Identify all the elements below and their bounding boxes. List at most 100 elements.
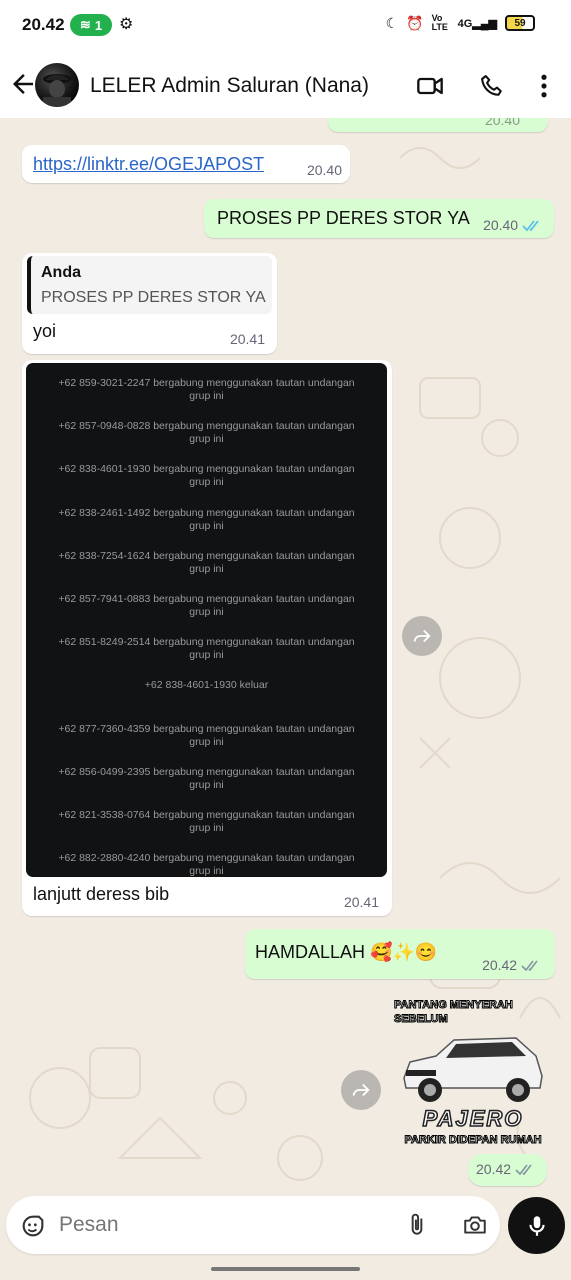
chat-area[interactable]: 20.40 https://linktr.ee/OGEJAPOST 20.40 … xyxy=(0,118,571,1190)
sticker-message[interactable]: PANTANG MENYERAH SEBELUM PAJERO PARKIR D… xyxy=(394,992,550,1162)
moon-icon: ☾ xyxy=(385,14,399,31)
sticker-time-badge: 20.42 xyxy=(468,1154,547,1186)
screenshot-line-text: grup ini xyxy=(189,649,224,662)
message-bubble-incoming[interactable]: https://linktr.ee/OGEJAPOST 20.40 xyxy=(22,145,350,183)
screenshot-line-text: grup ini xyxy=(189,390,224,402)
quoted-message[interactable]: Anda PROSES PP DERES STOR YA xyxy=(27,256,272,314)
screenshot-line: +62 838-4601-1930 bergabung menggunakan … xyxy=(26,463,387,489)
message-time-text: 20.42 xyxy=(482,957,518,973)
message-time-text: 20.42 xyxy=(476,1161,512,1177)
screenshot-line-text: grup ini xyxy=(189,778,224,791)
screenshot-image[interactable]: +62 859-3021-2247 bergabung menggunakan … xyxy=(26,363,387,877)
screenshot-line-text: +62 821-3538-0764 bergabung menggunakan … xyxy=(58,809,355,821)
screenshot-line-text: +62 838-4601-1930 keluar xyxy=(144,679,269,692)
sticker-emoji-icon[interactable] xyxy=(19,1212,47,1240)
screenshot-line-text: grup ini xyxy=(189,433,224,446)
hotspot-pill: ≋ 1 xyxy=(70,14,112,36)
message-text: PROSES PP DERES STOR YA xyxy=(217,208,470,228)
battery-level: 59 xyxy=(514,17,526,29)
delivered-double-tick-icon xyxy=(515,1164,532,1176)
screenshot-line-text: +62 882-2880-4240 bergabung menggunakan … xyxy=(58,852,355,865)
sticker-top-text: PANTANG MENYERAH SEBELUM xyxy=(394,999,514,1026)
more-options-icon[interactable] xyxy=(530,72,558,100)
screenshot-line-text: grup ini xyxy=(189,865,224,877)
car-image xyxy=(403,1037,543,1102)
screenshot-line-text: +62 838-2461-1492 bergabung menggunakan … xyxy=(58,506,355,519)
image-message-incoming[interactable]: +62 859-3021-2247 bergabung menggunakan … xyxy=(22,360,392,916)
screenshot-line: +62 857-7941-0883 bergabung menggunakan … xyxy=(26,593,387,619)
message-link[interactable]: https://linktr.ee/OGEJAPOST xyxy=(33,154,264,175)
screenshot-line-text: +62 857-0948-0828 bergabung menggunakan … xyxy=(58,420,355,433)
camera-icon[interactable] xyxy=(461,1212,489,1238)
forward-button[interactable] xyxy=(341,1070,381,1110)
chat-title[interactable]: LELER Admin Saluran (Nana) xyxy=(90,74,369,98)
screenshot-line: +62 838-4601-1930 keluar xyxy=(26,679,387,692)
quoted-author: Anda xyxy=(41,264,81,281)
message-time: 20.40 xyxy=(306,162,342,178)
gesture-nav-bar[interactable] xyxy=(211,1267,360,1271)
screenshot-line-text: +62 859-3021-2247 bergabung menggunakan … xyxy=(58,377,355,389)
image-caption: lanjutt deress bib xyxy=(33,884,170,904)
message-bubble-outgoing[interactable]: HAMDALLAH 🥰✨😊 20.42 xyxy=(245,929,555,979)
screenshot-line-text: +62 838-7254-1624 bergabung menggunakan … xyxy=(58,549,355,562)
settings-icon: ⚙ xyxy=(119,16,134,33)
status-time: 20.42 xyxy=(22,15,65,34)
message-time: 20.40 xyxy=(483,217,542,233)
screenshot-line: +62 882-2880-4240 bergabung menggunakan … xyxy=(26,852,387,877)
avatar[interactable] xyxy=(35,63,79,107)
message-time: 20.42 xyxy=(482,957,541,973)
screenshot-line-text: grup ini xyxy=(189,519,224,532)
sticker-brand-text: PAJERO xyxy=(422,1105,524,1132)
screenshot-line: +62 857-0948-0828 bergabung menggunakan … xyxy=(26,420,387,446)
screenshot-line-text: +62 877-7360-4359 bergabung menggunakan … xyxy=(58,722,355,735)
message-input-bar[interactable] xyxy=(6,1196,500,1254)
screenshot-line: +62 859-3021-2247 bergabung menggunakan … xyxy=(26,377,387,403)
message-time: 20.41 xyxy=(229,331,265,347)
volte-icon: Vo LTE xyxy=(431,13,448,32)
message-bubble-outgoing[interactable]: PROSES PP DERES STOR YA 20.40 xyxy=(204,199,554,238)
back-arrow-icon[interactable] xyxy=(8,69,38,99)
message-input[interactable] xyxy=(59,1210,379,1240)
message-text: HAMDALLAH 🥰✨😊 xyxy=(255,942,438,962)
status-bar: 20.42 ≋ 1 ⚙ ☾ ⏰ Vo LTE 4G▂▄▆ 59 xyxy=(0,0,571,52)
video-call-icon[interactable] xyxy=(416,72,444,100)
message-time: 20.40 xyxy=(484,118,520,128)
screenshot-line: +62 838-7254-1624 bergabung menggunakan … xyxy=(26,550,387,576)
forward-icon xyxy=(413,629,431,643)
screenshot-line: +62 877-7360-4359 bergabung menggunakan … xyxy=(26,723,387,749)
microphone-icon xyxy=(528,1215,545,1236)
message-bubble-outgoing[interactable]: 20.40 xyxy=(328,118,548,132)
voice-record-button[interactable] xyxy=(508,1197,565,1254)
message-time: 20.42 xyxy=(476,1161,535,1177)
screenshot-line-text: grup ini xyxy=(189,562,224,575)
screenshot-line: +62 838-2461-1492 bergabung menggunakan … xyxy=(26,507,387,533)
battery-icon: 59 xyxy=(505,15,535,31)
forward-button[interactable] xyxy=(402,616,442,656)
screenshot-line: +62 856-0499-2395 bergabung menggunakan … xyxy=(26,766,387,792)
voice-call-icon[interactable] xyxy=(478,72,506,100)
wifi-icon: ≋ xyxy=(79,17,91,32)
screenshot-line-text: grup ini xyxy=(189,606,224,618)
network-type: 4G xyxy=(457,17,473,30)
screenshot-line-text: grup ini xyxy=(189,822,224,834)
message-text: yoi xyxy=(33,321,57,341)
screenshot-line-text: +62 838-4601-1930 bergabung menggunakan … xyxy=(58,463,355,476)
message-bubble-incoming[interactable]: Anda PROSES PP DERES STOR YA yoi 20.41 xyxy=(22,253,277,354)
screenshot-line-text: grup ini xyxy=(189,735,224,748)
screenshot-line-text: +62 851-8249-2514 bergabung menggunakan … xyxy=(58,636,355,649)
read-double-tick-icon xyxy=(522,220,539,232)
chat-header: LELER Admin Saluran (Nana) xyxy=(0,52,571,118)
screenshot-line: +62 821-3538-0764 bergabung menggunakan … xyxy=(26,809,387,835)
signal-icon: 4G▂▄▆ xyxy=(457,17,497,30)
sticker-bottom-text: PARKIR DIDEPAN RUMAH xyxy=(404,1134,542,1147)
screenshot-line-text: +62 857-7941-0883 bergabung menggunakan … xyxy=(58,593,355,605)
screenshot-line-text: +62 856-0499-2395 bergabung menggunakan … xyxy=(58,765,355,778)
hotspot-count: 1 xyxy=(94,17,103,33)
screenshot-line: +62 851-8249-2514 bergabung menggunakan … xyxy=(26,636,387,662)
message-time-text: 20.40 xyxy=(483,217,519,233)
delivered-double-tick-icon xyxy=(521,960,538,972)
alarm-icon: ⏰ xyxy=(406,14,424,31)
message-time: 20.41 xyxy=(343,894,379,910)
attach-icon[interactable] xyxy=(404,1211,430,1239)
quoted-text: PROSES PP DERES STOR YA xyxy=(41,289,266,306)
